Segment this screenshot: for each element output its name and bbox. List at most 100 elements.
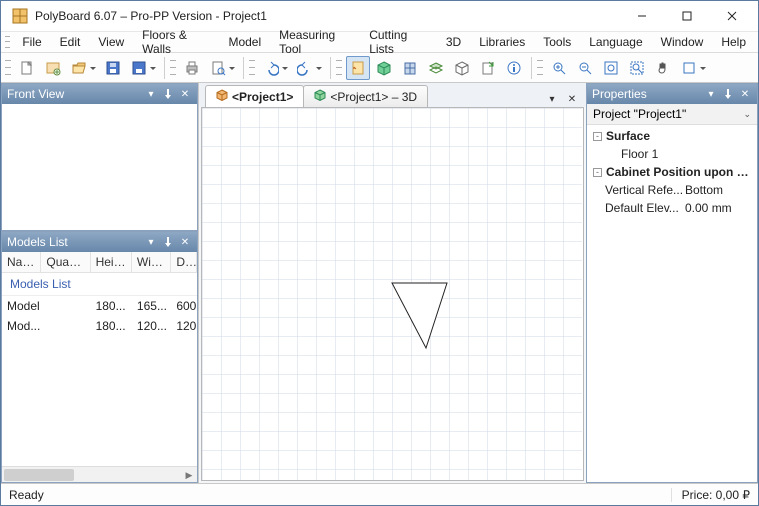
- layers-button[interactable]: [424, 56, 448, 80]
- prop-default-elevation[interactable]: Default Elev... 0.00 mm: [587, 199, 757, 217]
- undo-button[interactable]: [259, 56, 283, 80]
- menu-file[interactable]: File: [14, 33, 49, 51]
- scrollbar-thumb[interactable]: [4, 469, 74, 481]
- cube-orange-icon: [216, 89, 228, 104]
- front-view-header[interactable]: Front View ▾ ✕: [2, 84, 197, 104]
- panel-dropdown-icon[interactable]: ▾: [144, 235, 158, 249]
- panel-pin-icon[interactable]: [161, 235, 175, 249]
- front-view-panel: Front View ▾ ✕: [1, 83, 198, 231]
- toolbar-handle[interactable]: [5, 34, 10, 50]
- cube-green-icon: [314, 89, 326, 104]
- models-list-header[interactable]: Models List ▾ ✕: [2, 232, 197, 252]
- cabinet-button[interactable]: [398, 56, 422, 80]
- statusbar: Ready Price: 0,00 ₽: [1, 483, 758, 505]
- tab-project1-3d[interactable]: <Project1> – 3D: [303, 85, 428, 107]
- panel-close-icon[interactable]: ✕: [178, 87, 192, 101]
- panel-dropdown-icon[interactable]: ▾: [704, 87, 718, 101]
- properties-header[interactable]: Properties ▾ ✕: [587, 84, 757, 104]
- menu-edit[interactable]: Edit: [52, 33, 89, 51]
- panel-close-icon[interactable]: ✕: [178, 235, 192, 249]
- workspace: Front View ▾ ✕ Models List ▾ ✕ Name Quan…: [1, 83, 758, 483]
- minimize-button[interactable]: [619, 2, 664, 30]
- menu-tools[interactable]: Tools: [535, 33, 579, 51]
- toolbar-handle[interactable]: [537, 57, 543, 79]
- right-column: Properties ▾ ✕ Project "Project1" ⌄ - Su…: [586, 83, 758, 483]
- zoom-in-button[interactable]: [547, 56, 571, 80]
- zoom-window-button[interactable]: [625, 56, 649, 80]
- col-name[interactable]: Name: [2, 252, 41, 272]
- maximize-button[interactable]: [664, 2, 709, 30]
- menubar: File Edit View Floors & Walls Model Meas…: [1, 31, 758, 53]
- pan-button[interactable]: [651, 56, 675, 80]
- open-button[interactable]: [67, 56, 91, 80]
- properties-object-selector[interactable]: Project "Project1" ⌄: [587, 104, 757, 125]
- menu-3d[interactable]: 3D: [438, 33, 469, 51]
- menu-language[interactable]: Language: [581, 33, 650, 51]
- front-view-body: [2, 104, 197, 230]
- panel-pin-icon[interactable]: [721, 87, 735, 101]
- horizontal-scrollbar[interactable]: ◀ ▶: [2, 466, 197, 482]
- prop-item-floor1[interactable]: Floor 1: [587, 145, 757, 163]
- col-height[interactable]: Height: [91, 252, 132, 272]
- models-list-group[interactable]: Models List: [2, 273, 197, 296]
- tab-label: <Project1> – 3D: [330, 90, 417, 104]
- scroll-right-icon[interactable]: ▶: [181, 467, 197, 483]
- menu-window[interactable]: Window: [653, 33, 712, 51]
- prop-group-surface[interactable]: - Surface: [587, 127, 757, 145]
- status-text: Ready: [9, 488, 671, 502]
- new-project-button[interactable]: [41, 56, 65, 80]
- col-quantity[interactable]: Quantity: [41, 252, 90, 272]
- new-document-button[interactable]: [15, 56, 39, 80]
- collapse-icon[interactable]: -: [593, 132, 602, 141]
- zoom-fit-button[interactable]: [599, 56, 623, 80]
- zoom-out-button[interactable]: [573, 56, 597, 80]
- info-button[interactable]: [502, 56, 526, 80]
- menu-view[interactable]: View: [90, 33, 132, 51]
- properties-title: Properties: [592, 87, 701, 101]
- tab-project1[interactable]: <Project1>: [205, 85, 304, 107]
- prop-vertical-reference[interactable]: Vertical Refe... Bottom: [587, 181, 757, 199]
- tool-dropdown-button[interactable]: [677, 56, 701, 80]
- properties-object-label: Project "Project1": [593, 107, 686, 121]
- export-button[interactable]: [476, 56, 500, 80]
- window-title: PolyBoard 6.07 – Pro-PP Version - Projec…: [35, 9, 619, 23]
- left-column: Front View ▾ ✕ Models List ▾ ✕ Name Quan…: [1, 83, 199, 483]
- drawing-canvas[interactable]: [201, 107, 584, 481]
- print-button[interactable]: [180, 56, 204, 80]
- models-list-panel: Models List ▾ ✕ Name Quantity Height Wid…: [1, 231, 198, 483]
- menu-help[interactable]: Help: [713, 33, 754, 51]
- collapse-icon[interactable]: -: [593, 168, 602, 177]
- redo-button[interactable]: [293, 56, 317, 80]
- panel-close-icon[interactable]: ✕: [738, 87, 752, 101]
- properties-panel: Properties ▾ ✕ Project "Project1" ⌄ - Su…: [586, 83, 758, 483]
- save-button[interactable]: [101, 56, 125, 80]
- save-as-button[interactable]: [127, 56, 151, 80]
- status-price: Price: 0,00 ₽: [671, 488, 750, 502]
- print-preview-button[interactable]: [206, 56, 230, 80]
- toolbar-handle[interactable]: [170, 57, 176, 79]
- close-button[interactable]: [709, 2, 754, 30]
- toolbar-handle[interactable]: [5, 57, 11, 79]
- col-width[interactable]: Width: [132, 252, 171, 272]
- models-list-title: Models List: [7, 235, 141, 249]
- panel-dropdown-icon[interactable]: ▾: [144, 87, 158, 101]
- document-tabs: <Project1> <Project1> – 3D ▾ ✕: [199, 83, 586, 107]
- toolbar: [1, 53, 758, 83]
- 3d-cube-button[interactable]: [372, 56, 396, 80]
- table-row[interactable]: Mod... 180... 120... 120: [2, 316, 197, 336]
- chevron-down-icon[interactable]: ⌄: [743, 109, 751, 120]
- menu-model[interactable]: Model: [220, 33, 269, 51]
- center-column: <Project1> <Project1> – 3D ▾ ✕: [199, 83, 586, 483]
- prop-group-cabinet-position[interactable]: - Cabinet Position upon Pla...: [587, 163, 757, 181]
- sheet-view-button[interactable]: [346, 56, 370, 80]
- panel-pin-icon[interactable]: [161, 87, 175, 101]
- col-depth[interactable]: Dep: [171, 252, 197, 272]
- toolbar-handle[interactable]: [336, 57, 342, 79]
- table-row[interactable]: Model 180... 165... 600: [2, 296, 197, 316]
- menu-libraries[interactable]: Libraries: [471, 33, 533, 51]
- tab-close-icon[interactable]: ✕: [564, 91, 580, 107]
- grid3d-button[interactable]: [450, 56, 474, 80]
- toolbar-handle[interactable]: [249, 57, 255, 79]
- models-list-columns[interactable]: Name Quantity Height Width Dep: [2, 252, 197, 273]
- tab-dropdown-icon[interactable]: ▾: [544, 91, 560, 107]
